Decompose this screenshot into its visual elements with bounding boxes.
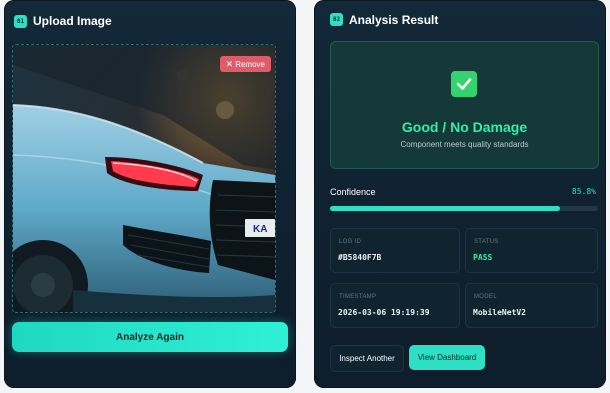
verdict-title: Good / No Damage: [401, 119, 528, 135]
svg-text:KA: KA: [253, 224, 267, 235]
status-label: STATUS: [474, 239, 499, 245]
confidence-value: 85.8%: [571, 187, 596, 196]
timestamp-card: TIMESTAMP 2026-03-06 19:19:39: [330, 283, 460, 328]
upload-panel-title: Upload Image: [33, 14, 112, 28]
uploaded-image-frame[interactable]: KA ✕ Remove: [12, 44, 276, 313]
upload-panel: 01 Upload Image KA ✕ Remove Analyze Agai…: [4, 0, 296, 388]
view-dashboard-button[interactable]: View Dashboard: [409, 345, 485, 370]
check-square-icon: [451, 71, 477, 97]
remove-label: Remove: [235, 59, 265, 69]
inspect-another-button[interactable]: Inspect Another: [330, 345, 404, 372]
x-icon: ✕: [225, 58, 234, 69]
status-card: STATUS PASS: [465, 228, 598, 273]
model-value: MobileNetV2: [473, 308, 526, 317]
step-badge-02: 02: [330, 13, 343, 26]
verdict-subtitle: Component meets quality standards: [400, 140, 529, 149]
model-label: MODEL: [474, 294, 497, 300]
analyze-again-button[interactable]: Analyze Again: [12, 322, 288, 352]
verdict-card: Good / No Damage Component meets quality…: [330, 41, 599, 169]
confidence-label: Confidence: [330, 187, 376, 197]
remove-button[interactable]: ✕ Remove: [219, 56, 271, 72]
log-id-value: #B5840F7B: [338, 253, 382, 262]
timestamp-label: TIMESTAMP: [339, 294, 377, 300]
uploaded-car-image: KA: [13, 45, 275, 312]
analysis-panel: 02 Analysis Result Good / No Damage Comp…: [314, 0, 606, 388]
status-value: PASS: [473, 253, 493, 262]
model-card: MODEL MobileNetV2: [465, 283, 598, 328]
confidence-bar-fill: [330, 206, 560, 211]
analysis-panel-title: Analysis Result: [349, 13, 439, 27]
confidence-bar: [330, 206, 598, 211]
step-badge-01: 01: [14, 15, 27, 28]
log-id-card: LOG ID #B5840F7B: [330, 228, 460, 273]
log-id-label: LOG ID: [339, 239, 362, 245]
timestamp-value: 2026-03-06 19:19:39: [338, 308, 430, 317]
